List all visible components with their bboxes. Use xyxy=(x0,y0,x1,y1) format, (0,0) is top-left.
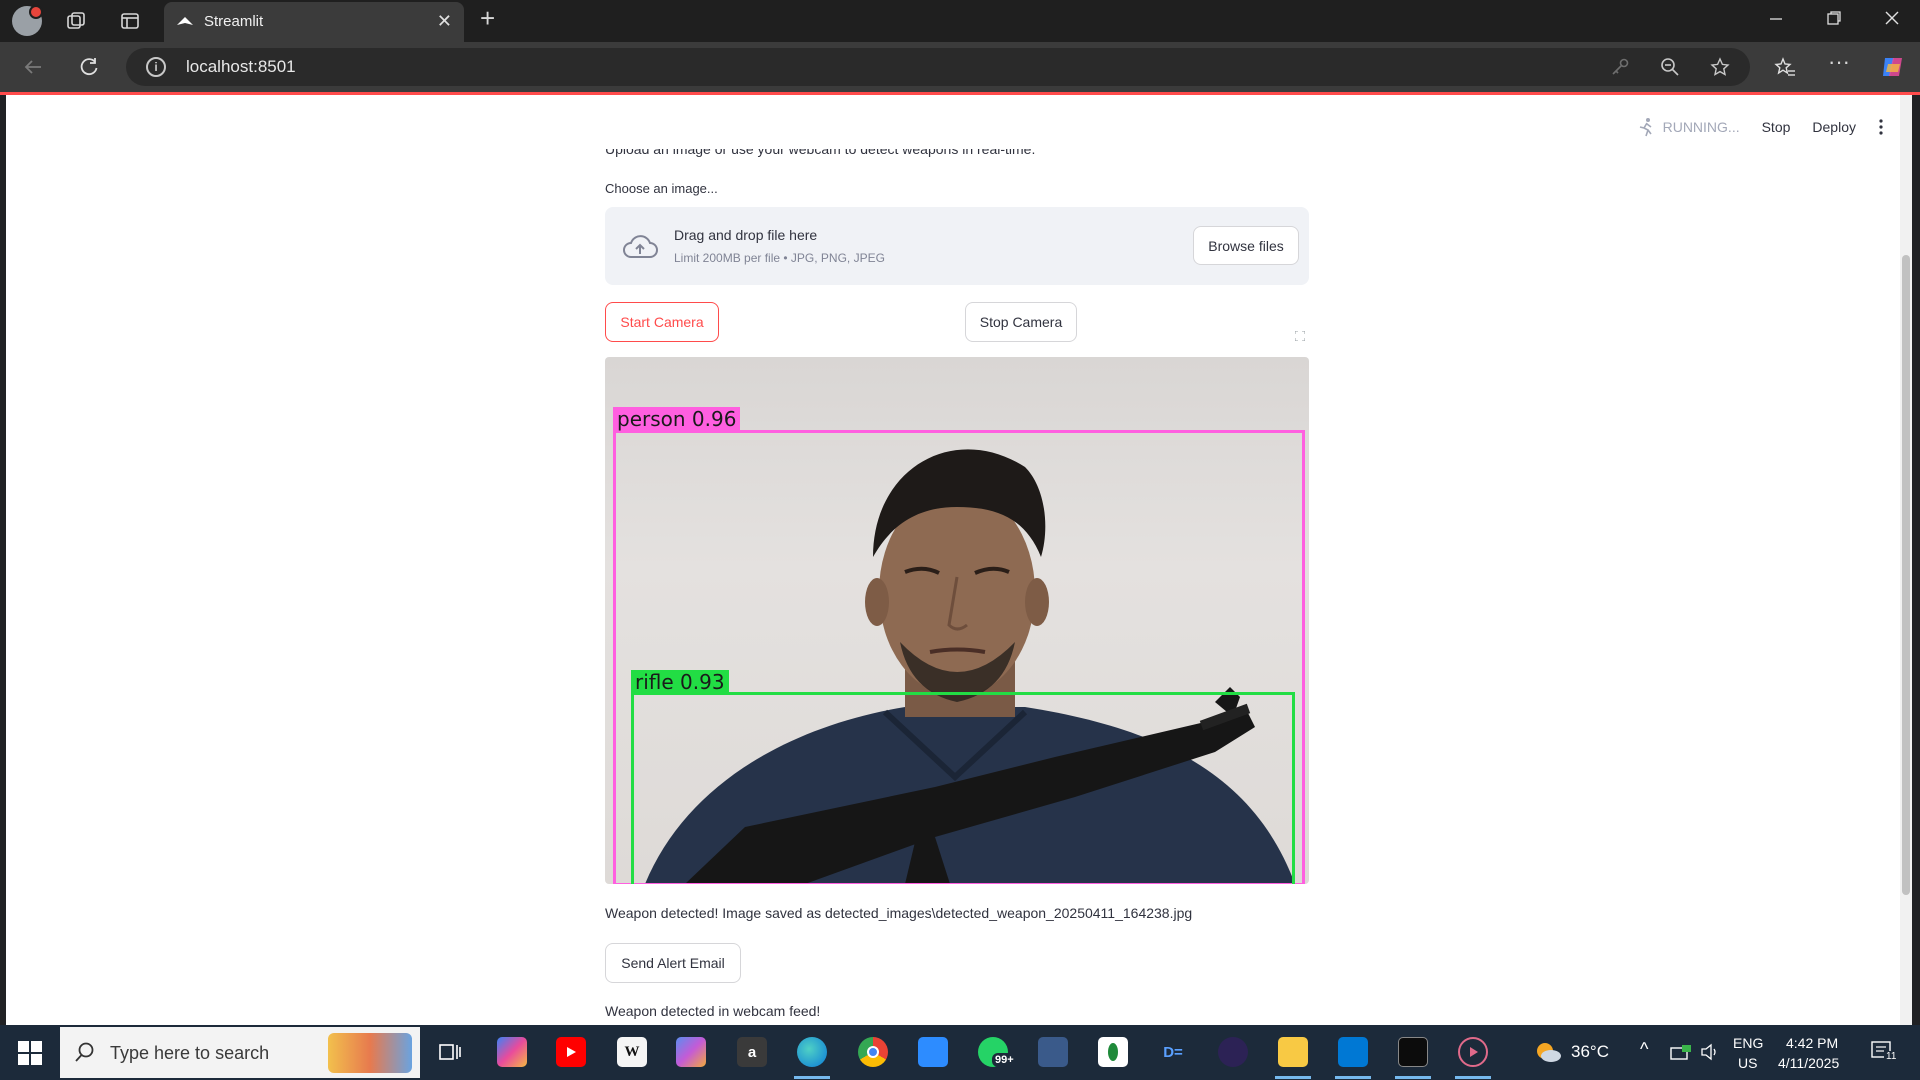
stop-run-button[interactable]: Stop xyxy=(1762,119,1791,135)
intro-text: Upload an image or use your webcam to de… xyxy=(605,141,1036,157)
person-detection-label: person 0.96 xyxy=(613,407,741,431)
saved-image-message: Weapon detected! Image saved as detected… xyxy=(605,905,1193,921)
running-status: RUNNING... xyxy=(1637,117,1740,137)
webcam-image: person 0.96 rifle 0.93 xyxy=(605,357,1309,884)
edge-icon[interactable] xyxy=(797,1037,827,1067)
workspaces-icon[interactable] xyxy=(66,11,86,35)
rifle-detection-box xyxy=(631,692,1295,884)
search-highlight-image xyxy=(328,1033,412,1073)
browser-toolbar: i localhost:8501 ··· xyxy=(0,42,1920,92)
vscode-icon[interactable] xyxy=(1338,1037,1368,1067)
clock-time[interactable]: 4:42 PM xyxy=(1786,1035,1838,1051)
amazon-icon[interactable]: a xyxy=(737,1037,767,1067)
vscode-active-indicator xyxy=(1335,1076,1371,1079)
uploader-label: Choose an image... xyxy=(605,181,718,196)
notification-count: 11 xyxy=(1884,1051,1899,1062)
windows-taskbar: Type here to search W a 99+ D= 36°C ^ EN… xyxy=(0,1025,1920,1080)
windows-start-icon[interactable] xyxy=(18,1041,42,1065)
rifle-detection-label: rifle 0.93 xyxy=(631,670,729,694)
site-info-icon[interactable]: i xyxy=(146,57,166,77)
back-icon[interactable] xyxy=(22,56,44,82)
file-explorer-icon[interactable] xyxy=(1278,1037,1308,1067)
scrollbar-thumb[interactable] xyxy=(1902,255,1910,895)
copilot-taskbar-icon[interactable] xyxy=(497,1037,527,1067)
task-view-icon[interactable] xyxy=(435,1037,465,1067)
restore-icon[interactable] xyxy=(1826,10,1842,31)
green-app-icon[interactable] xyxy=(1098,1037,1128,1067)
notifications-icon[interactable]: 11 xyxy=(1870,1039,1899,1066)
streamlit-page: RUNNING... Stop Deploy Upload an image o… xyxy=(6,95,1912,1025)
reload-icon[interactable] xyxy=(78,56,100,82)
whatsapp-badge: 99+ xyxy=(992,1053,1017,1067)
tab-streamlit[interactable]: Streamlit ✕ xyxy=(164,2,464,42)
webcam-detection-message: Weapon detected in webcam feed! xyxy=(605,1003,821,1019)
weather-icon[interactable] xyxy=(1533,1037,1563,1067)
eclipse-icon[interactable] xyxy=(1218,1037,1248,1067)
browser-tabstrip: Streamlit ✕ + xyxy=(0,0,1920,42)
dropzone-title: Drag and drop file here xyxy=(674,227,818,243)
running-man-icon xyxy=(1639,118,1652,137)
tab-title: Streamlit xyxy=(204,13,264,30)
wikipedia-icon[interactable]: W xyxy=(617,1037,647,1067)
zoom-meetings-icon[interactable] xyxy=(918,1037,948,1067)
whatsapp-icon[interactable]: 99+ xyxy=(978,1037,1017,1067)
browse-files-button[interactable]: Browse files xyxy=(1193,226,1299,265)
cloud-upload-icon xyxy=(623,235,658,258)
search-placeholder: Type here to search xyxy=(110,1043,270,1063)
favorite-star-icon[interactable] xyxy=(1710,57,1730,81)
more-options-icon[interactable]: ··· xyxy=(1828,51,1850,73)
media-player-icon[interactable] xyxy=(1458,1037,1488,1067)
dev-tool-icon[interactable]: D= xyxy=(1158,1037,1188,1067)
youtube-icon[interactable] xyxy=(556,1037,586,1067)
terminal-active-indicator xyxy=(1395,1076,1431,1079)
dropzone-limit: Limit 200MB per file • JPG, PNG, JPEG xyxy=(674,251,885,265)
copilot-icon[interactable] xyxy=(1880,54,1906,84)
search-icon xyxy=(75,1042,94,1062)
new-tab-icon[interactable]: + xyxy=(480,5,495,31)
explorer-active-indicator xyxy=(1275,1076,1311,1079)
volume-icon[interactable] xyxy=(1700,1043,1720,1061)
stop-camera-button[interactable]: Stop Camera xyxy=(965,302,1077,342)
chrome-icon[interactable] xyxy=(858,1037,888,1067)
profile-avatar[interactable] xyxy=(12,5,43,36)
streamlit-header: RUNNING... Stop Deploy xyxy=(1637,117,1884,137)
taskbar-search-box[interactable]: Type here to search xyxy=(60,1027,420,1078)
terminal-icon[interactable] xyxy=(1398,1037,1428,1067)
close-window-icon[interactable] xyxy=(1884,10,1900,31)
streamlit-favicon-icon xyxy=(177,17,193,25)
page-scrollbar[interactable] xyxy=(1900,95,1912,1025)
show-hidden-icons-icon[interactable]: ^ xyxy=(1640,1039,1648,1060)
running-text: RUNNING... xyxy=(1662,119,1740,135)
url-text[interactable]: localhost:8501 xyxy=(186,57,296,77)
edge-active-indicator xyxy=(794,1076,830,1079)
language-top[interactable]: ENG xyxy=(1733,1035,1763,1051)
close-tab-icon[interactable]: ✕ xyxy=(437,11,452,32)
main-menu-icon[interactable] xyxy=(1878,119,1884,135)
file-dropzone[interactable]: Drag and drop file here Limit 200MB per … xyxy=(605,207,1309,285)
start-camera-button[interactable]: Start Camera xyxy=(605,302,719,342)
send-alert-email-button[interactable]: Send Alert Email xyxy=(605,943,741,983)
address-bar[interactable]: i localhost:8501 xyxy=(126,48,1750,86)
minimize-icon[interactable] xyxy=(1768,10,1784,31)
media-active-indicator xyxy=(1455,1076,1491,1079)
tab-actions-icon[interactable] xyxy=(120,11,140,35)
deploy-button[interactable]: Deploy xyxy=(1812,119,1856,135)
copilot-alt-icon[interactable] xyxy=(676,1037,706,1067)
zoom-out-icon[interactable] xyxy=(1660,57,1680,81)
fullscreen-icon[interactable] xyxy=(1295,331,1305,341)
snipping-tool-icon[interactable] xyxy=(1038,1037,1068,1067)
language-bottom[interactable]: US xyxy=(1738,1055,1757,1071)
clock-date[interactable]: 4/11/2025 xyxy=(1778,1055,1839,1071)
favorites-icon[interactable] xyxy=(1774,57,1796,83)
network-icon[interactable] xyxy=(1670,1043,1692,1061)
key-icon[interactable] xyxy=(1610,57,1630,81)
weather-temperature[interactable]: 36°C xyxy=(1571,1042,1609,1062)
